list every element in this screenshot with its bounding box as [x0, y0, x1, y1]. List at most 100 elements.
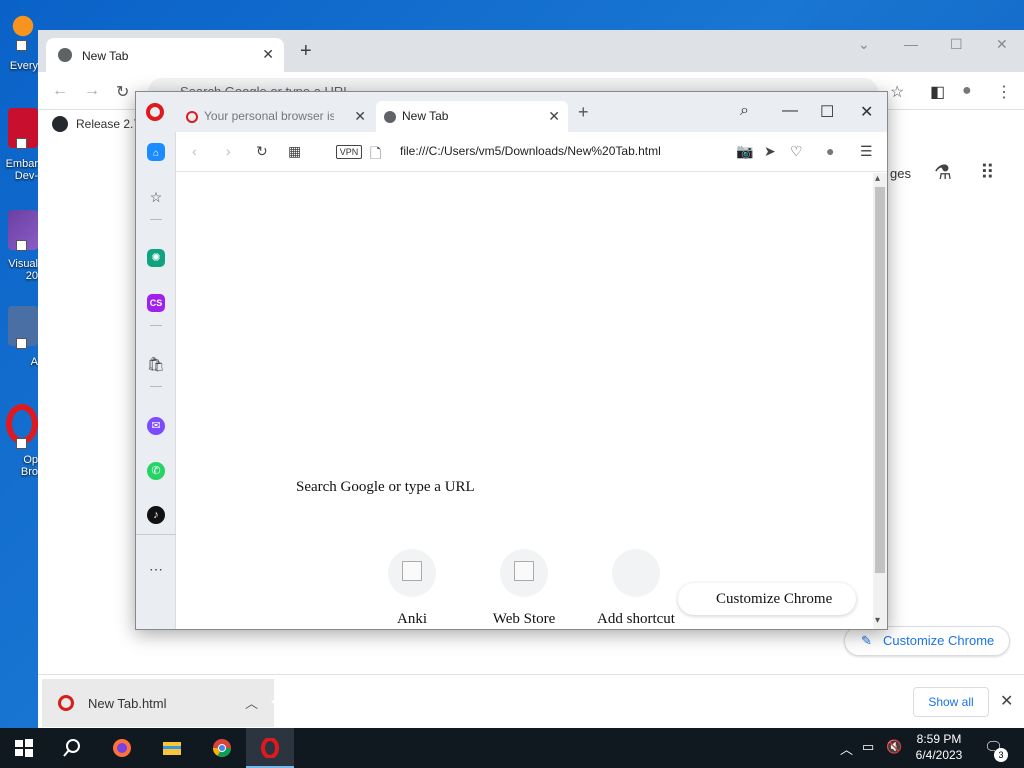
heart-icon[interactable]: ♡ [790, 143, 803, 160]
shortcut-arrow-icon [16, 240, 27, 251]
bookmarks-star-icon[interactable]: ☆ [147, 188, 165, 206]
menu-kebab-icon[interactable]: ⋮ [996, 82, 1012, 102]
messenger-icon[interactable]: ✉ [147, 417, 165, 435]
opera-tab-personal-browser[interactable]: Your personal browser is al ✕ [178, 101, 374, 132]
download-shelf: New Tab.html ︿ Show all ✕ [38, 674, 1024, 728]
search-google-text[interactable]: Search Google or type a URL [296, 479, 475, 496]
shortcut-add[interactable]: Add shortcut [591, 549, 681, 628]
shopping-bag-icon[interactable]: 🛍 [147, 355, 165, 373]
back-icon[interactable]: ‹ [192, 143, 197, 159]
minimize-button[interactable]: — [904, 36, 918, 52]
shortcut-anki[interactable]: Anki [367, 549, 457, 628]
address-bar[interactable]: file:///C:/Users/vm5/Downloads/New%20Tab… [400, 144, 661, 158]
close-window-button[interactable]: ✕ [996, 36, 1008, 53]
sidebar-divider [136, 534, 176, 535]
desktop-icon-a[interactable]: A [0, 306, 40, 386]
chevron-up-icon[interactable]: ︿ [245, 693, 258, 712]
back-icon[interactable]: ← [52, 82, 68, 100]
scroll-up-icon[interactable]: ▴ [875, 173, 880, 184]
easy-setup-icon[interactable]: ☰ [860, 143, 873, 160]
show-all-button[interactable]: Show all [913, 687, 989, 717]
tiktok-icon[interactable]: ♪ [147, 506, 165, 524]
chatgpt-icon[interactable]: ✺ [147, 249, 165, 267]
desktop-icon-opera-browser[interactable]: Op Bro [0, 404, 40, 484]
chevron-up-icon[interactable]: ︿ [840, 739, 853, 758]
close-window-button[interactable]: ✕ [860, 102, 873, 122]
reload-icon[interactable]: ↻ [256, 143, 268, 160]
desktop-icon-label: Op Bro [20, 454, 38, 478]
tab-title: Your personal browser is al [204, 109, 334, 123]
notification-count-badge: 3 [994, 748, 1008, 762]
github-icon [52, 116, 68, 132]
desktop-icon-everything[interactable]: Every [0, 10, 40, 90]
taskbar-firefox[interactable] [98, 728, 146, 768]
vertical-scrollbar[interactable]: ▴ ▾ [873, 173, 887, 629]
opera-file-icon [58, 695, 74, 711]
desktop-icon-visual-studio[interactable]: Visual 20 [0, 210, 40, 290]
forward-icon[interactable]: → [84, 82, 100, 100]
shortcut-web-store[interactable]: Web Store [479, 549, 569, 628]
bookmark-release[interactable]: Release 2.7 [76, 117, 140, 131]
cs-icon[interactable]: CS [147, 294, 165, 312]
opera-tab-strip: Your personal browser is al ✕ New Tab ✕ … [136, 92, 887, 132]
scrollbar-thumb[interactable] [875, 187, 885, 573]
send-icon[interactable]: ➤ [764, 143, 776, 160]
volume-muted-icon[interactable]: 🔇 [886, 739, 902, 755]
profile-icon[interactable]: ● [962, 82, 972, 100]
tab-search-icon[interactable]: ⌄ [858, 36, 870, 53]
taskbar-chrome[interactable] [198, 728, 246, 768]
minimize-button[interactable]: — [782, 102, 798, 120]
taskbar-file-explorer[interactable] [148, 728, 196, 768]
sidebar-divider [150, 386, 162, 387]
new-tab-button[interactable]: + [578, 103, 589, 121]
home-icon[interactable]: ⌂ [147, 143, 165, 161]
search-icon[interactable]: ⌕ [740, 102, 749, 120]
star-icon[interactable]: ☆ [890, 82, 904, 102]
side-panel-icon[interactable]: ◧ [930, 82, 945, 102]
windows-logo-icon [15, 739, 33, 757]
clock[interactable]: 8:59 PM 6/4/2023 [906, 731, 972, 763]
snapshot-camera-icon[interactable]: 📷 [736, 143, 753, 160]
opera-tab-new-tab[interactable]: New Tab ✕ [376, 101, 568, 132]
chrome-logo-icon [58, 48, 72, 62]
tab-title: New Tab [82, 49, 129, 63]
new-tab-button[interactable]: + [300, 41, 312, 61]
profile-icon[interactable]: ● [826, 143, 834, 159]
network-icon[interactable]: ▭ [862, 739, 874, 755]
opera-menu-logo-icon[interactable] [146, 103, 164, 121]
chrome-icon [213, 739, 231, 758]
maximize-button[interactable]: ☐ [950, 36, 963, 53]
vpn-badge[interactable]: VPN [336, 145, 362, 159]
close-shelf-icon[interactable]: ✕ [1000, 691, 1013, 711]
maximize-button[interactable]: ☐ [820, 102, 834, 122]
download-item[interactable]: New Tab.html ︿ [42, 679, 274, 727]
scroll-down-icon[interactable]: ▾ [875, 615, 880, 626]
broken-image-icon [402, 561, 422, 581]
apps-grid-icon[interactable]: ⠿ [980, 160, 995, 185]
whatsapp-icon[interactable]: ✆ [147, 462, 165, 480]
reload-icon[interactable]: ↻ [116, 82, 129, 102]
close-tab-icon[interactable]: ✕ [262, 46, 274, 63]
shortcut-tile [388, 549, 436, 597]
tabs-overview-icon[interactable]: ▦ [288, 143, 301, 160]
desktop-icon-label: Visual 20 [8, 258, 38, 282]
chrome-tab-new-tab[interactable]: New Tab ✕ [46, 38, 284, 72]
page-file-icon: 🗋 [370, 145, 382, 161]
forward-icon[interactable]: › [226, 143, 231, 159]
start-button[interactable] [0, 728, 48, 768]
close-tab-icon[interactable]: ✕ [548, 101, 560, 132]
search-button[interactable] [48, 728, 96, 768]
more-icon[interactable]: ⋯ [147, 560, 165, 578]
shortcut-tile [500, 549, 548, 597]
customize-chrome-button[interactable]: Customize Chrome [678, 583, 856, 615]
taskbar-opera[interactable] [246, 728, 294, 768]
images-link[interactable]: ges [890, 166, 911, 181]
chrome-tab-strip: New Tab ✕ + ⌄ — ☐ ✕ [38, 30, 1024, 72]
desktop-icon-embarcadero[interactable]: Embar Dev- [0, 108, 40, 188]
labs-flask-icon[interactable]: ⚗ [934, 160, 952, 185]
folder-icon [163, 742, 181, 755]
customize-chrome-button[interactable]: ✎ Customize Chrome [844, 626, 1010, 656]
close-tab-icon[interactable]: ✕ [354, 101, 366, 132]
pencil-icon: ✎ [861, 633, 872, 648]
firefox-icon [113, 739, 131, 757]
